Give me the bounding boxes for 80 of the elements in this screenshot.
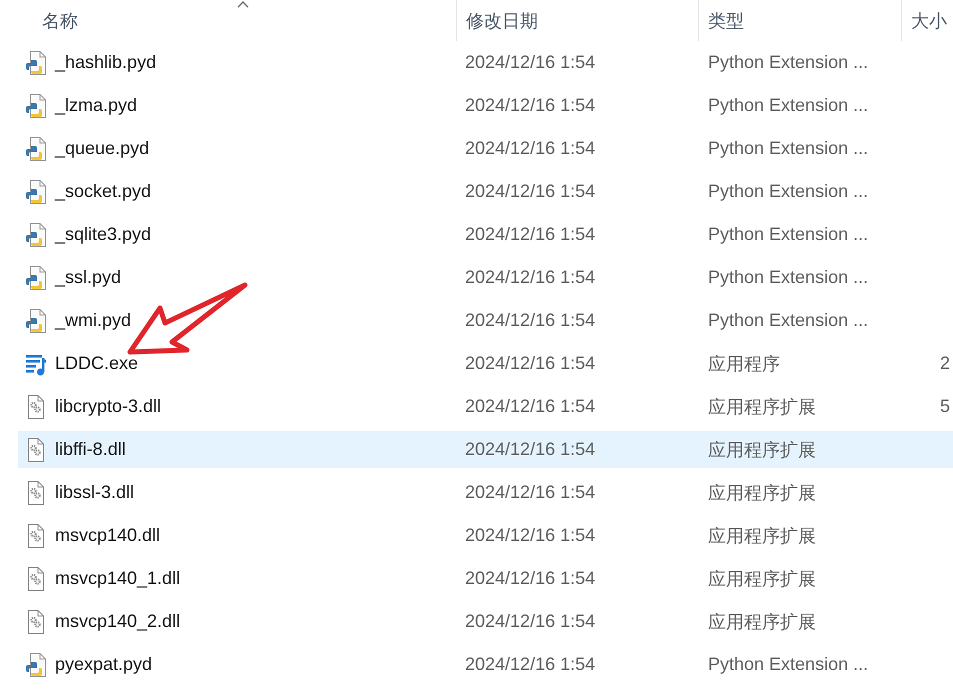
file-row[interactable]: _wmi.pyd 2024/12/16 1:54 Python Extension ... [18,302,953,339]
file-row[interactable]: msvcp140_2.dll 2024/12/16 1:54 应用程序扩展 [18,603,953,640]
file-row[interactable]: libcrypto-3.dll 2024/12/16 1:54 应用程序扩展 5 [18,388,953,425]
file-type: 应用程序扩展 [707,482,817,504]
file-row[interactable]: _queue.pyd 2024/12/16 1:54 Python Extension ... [18,130,953,167]
file-type: Python Extension ... [707,224,870,245]
python-file-icon [25,222,47,246]
date-modified: 2024/12/16 1:54 [464,138,596,159]
file-name: libffi-8.dll [55,439,126,460]
file-name: pyexpat.pyd [55,654,152,675]
file-name: _ssl.pyd [55,267,122,288]
file-name: _lzma.pyd [55,95,138,116]
file-row[interactable]: pyexpat.pyd 2024/12/16 1:54 Python Extension ... [18,646,953,683]
gear-file-icon [25,610,47,634]
file-type: Python Extension ... [707,310,870,331]
gear-file-icon [25,566,47,590]
column-header[interactable]: 修改日期 [456,0,698,41]
python-file-icon [25,94,47,118]
date-modified: 2024/12/16 1:54 [464,439,596,460]
python-file-icon [25,50,47,74]
file-type: 应用程序扩展 [707,568,817,590]
date-modified: 2024/12/16 1:54 [464,525,596,546]
file-type: 应用程序扩展 [707,524,817,548]
date-modified: 2024/12/16 1:54 [464,396,596,417]
file-type: Python Extension ... [707,654,870,675]
column-header[interactable]: 类型 [698,0,901,41]
gear-file-icon [25,438,47,462]
file-name: _wmi.pyd [55,310,132,331]
file-name: LDDC.exe [55,353,138,374]
date-modified: 2024/12/16 1:54 [464,181,596,202]
file-type: 应用程序扩展 [707,610,817,634]
file-name: _hashlib.pyd [55,52,156,73]
file-row[interactable]: msvcp140_1.dll 2024/12/16 1:54 应用程序扩展 [18,560,953,597]
file-row[interactable]: LDDC.exe 2024/12/16 1:54 应用程序 2 [18,345,953,382]
file-name: msvcp140_1.dll [55,568,180,589]
file-type: 应用程序扩展 [707,438,817,462]
file-type: 应用程序扩展 [707,396,817,418]
file-row[interactable]: _ssl.pyd 2024/12/16 1:54 Python Extension ... [18,259,953,296]
file-type: Python Extension ... [707,267,870,288]
gear-file-icon [25,394,47,418]
file-name: libssl-3.dll [55,482,134,503]
python-file-icon [25,180,47,204]
python-file-icon [25,308,47,332]
date-modified: 2024/12/16 1:54 [464,95,596,116]
date-modified: 2024/12/16 1:54 [464,224,596,245]
column-header[interactable]: 名称 [0,0,456,41]
file-row[interactable]: _sqlite3.pyd 2024/12/16 1:54 Python Extension ... [18,216,953,253]
file-name: libcrypto-3.dll [55,396,162,417]
date-modified: 2024/12/16 1:54 [464,482,596,503]
file-type: Python Extension ... [707,181,870,202]
python-file-icon [25,652,47,676]
python-file-icon [25,136,47,160]
file-type: Python Extension ... [707,52,870,73]
file-size: 2 [940,353,951,374]
date-modified: 2024/12/16 1:54 [464,654,596,675]
date-modified: 2024/12/16 1:54 [464,353,596,374]
python-file-icon [25,266,47,290]
column-header[interactable]: 大小 [901,0,953,41]
file-type: Python Extension ... [707,138,870,159]
gear-file-icon [25,480,47,504]
date-modified: 2024/12/16 1:54 [464,310,596,331]
file-row[interactable]: _socket.pyd 2024/12/16 1:54 Python Extension ... [18,173,953,210]
file-row[interactable]: libssl-3.dll 2024/12/16 1:54 应用程序扩展 [18,474,953,511]
file-name: _queue.pyd [55,138,150,159]
date-modified: 2024/12/16 1:54 [464,52,596,73]
file-row[interactable]: _hashlib.pyd 2024/12/16 1:54 Python Extension ... [18,44,953,81]
file-name: _sqlite3.pyd [55,224,152,245]
gear-file-icon [25,524,47,548]
file-name: msvcp140.dll [55,525,160,546]
file-size: 5 [940,396,951,417]
date-modified: 2024/12/16 1:54 [464,267,596,288]
date-modified: 2024/12/16 1:54 [464,568,596,589]
file-name: _socket.pyd [55,181,152,202]
file-row[interactable]: msvcp140.dll 2024/12/16 1:54 应用程序扩展 [18,517,953,554]
date-modified: 2024/12/16 1:54 [464,611,596,632]
file-type: Python Extension ... [707,95,870,116]
file-name: msvcp140_2.dll [55,611,180,632]
file-row[interactable]: libffi-8.dll 2024/12/16 1:54 应用程序扩展 [18,431,953,468]
file-type: 应用程序 [707,352,781,376]
file-row[interactable]: _lzma.pyd 2024/12/16 1:54 Python Extension ... [18,87,953,124]
